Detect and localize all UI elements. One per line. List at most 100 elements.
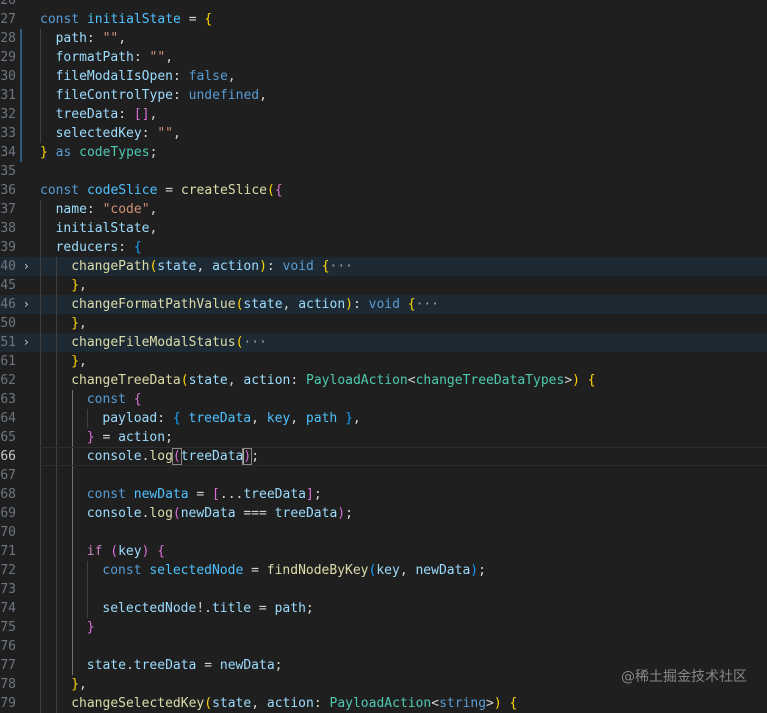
code-token: :: [266, 259, 283, 274]
code-line[interactable]: 69 console.log(newData === treeData);: [0, 504, 767, 523]
code-token: {: [407, 297, 416, 312]
code-token: }: [345, 411, 353, 426]
code-token: selectedNode: [102, 601, 197, 616]
code-line[interactable]: 34} as codeTypes;: [0, 143, 767, 162]
code-token: }: [86, 430, 95, 445]
code-line[interactable]: 38 initialState,: [0, 219, 767, 238]
code-line[interactable]: 40 › changePath(state, action): void {···: [0, 257, 767, 276]
indent-guide: [40, 656, 41, 675]
code-token: []: [133, 107, 150, 122]
code-token: >: [564, 373, 573, 388]
code-token: treeData: [133, 658, 197, 673]
code-line[interactable]: 33 selectedKey: "",: [0, 124, 767, 143]
indent-guide: [56, 504, 57, 523]
code-token: undefined: [188, 88, 260, 103]
code-token: treeData: [55, 107, 119, 122]
code-token: ;: [305, 601, 314, 616]
code-token: =: [196, 658, 220, 673]
code-line[interactable]: 76: [0, 637, 767, 656]
code-editor[interactable]: 26 27 const initialState = {28 path: "", 29 f…: [0, 0, 767, 713]
code-line[interactable]: 31 fileControlType: undefined,: [0, 86, 767, 105]
chevron-right-icon[interactable]: ›: [24, 295, 34, 314]
code-token: ···: [329, 259, 353, 274]
chevron-right-icon[interactable]: ›: [24, 257, 34, 276]
code-line[interactable]: 74 selectedNode!.title = path;: [0, 599, 767, 618]
code-line[interactable]: 29 formatPath: "",: [0, 48, 767, 67]
indent-guide: [40, 561, 41, 580]
code-token: treeData: [274, 506, 338, 521]
code-line[interactable]: 65} = action;: [0, 428, 767, 447]
code-line[interactable]: 75}: [0, 618, 767, 637]
code-line[interactable]: 67: [0, 466, 767, 485]
code-line[interactable]: 50},: [0, 314, 767, 333]
line-number: 72: [0, 563, 16, 578]
code-token: }: [86, 620, 95, 635]
code-line[interactable]: 46 › changeFormatPathValue(state, action):…: [0, 295, 767, 314]
code-token: ,: [352, 411, 361, 426]
code-token: const: [86, 487, 134, 502]
code-line[interactable]: 71 if (key) {: [0, 542, 767, 561]
code-token: ,: [79, 316, 87, 331]
code-line[interactable]: 36 const codeSlice = createSlice({: [0, 181, 767, 200]
indent-guide: [56, 580, 57, 599]
code-line[interactable]: 39 reducers: {: [0, 238, 767, 257]
indent-guide: [40, 276, 41, 295]
code-line[interactable]: 79 changeSelectedKey(state, action: Paylo…: [0, 694, 767, 713]
code-text: } as codeTypes;: [40, 143, 157, 162]
indent-guide: [72, 466, 73, 485]
code-text: const selectedNode = findNodeByKey(key, …: [102, 561, 486, 580]
code-token: }: [71, 354, 80, 369]
code-token: :: [290, 373, 307, 388]
code-token: action: [298, 297, 346, 312]
code-token: :: [141, 126, 158, 141]
code-line[interactable]: 28 path: "",: [0, 29, 767, 48]
indent-guide: [40, 238, 41, 257]
chevron-right-icon[interactable]: ›: [24, 333, 34, 352]
code-line[interactable]: 68 const newData = [...treeData];: [0, 485, 767, 504]
code-token: ,: [251, 411, 267, 426]
code-token: =: [243, 563, 267, 578]
line-number: 71: [0, 544, 16, 559]
code-token: ]: [305, 487, 314, 502]
code-token: PayloadAction: [329, 696, 432, 711]
indent-guide: [40, 542, 41, 561]
code-token: const: [40, 183, 87, 198]
code-token: ···: [243, 335, 267, 350]
code-line[interactable]: 64 payload: { treeData, key, path },: [0, 409, 767, 428]
code-token: >: [486, 696, 494, 711]
git-change-indicator: [20, 67, 22, 86]
indent-guide: [56, 523, 57, 542]
code-line[interactable]: 51 › changeFileModalStatus(···: [0, 333, 767, 352]
indent-guide: [40, 124, 41, 143]
code-line[interactable]: 32 treeData: [],: [0, 105, 767, 124]
code-line[interactable]: 37 name: "code",: [0, 200, 767, 219]
code-token: if: [86, 544, 103, 559]
indent-guide: [56, 428, 57, 447]
indent-guide: [40, 675, 41, 694]
code-line[interactable]: 63 const {: [0, 390, 767, 409]
git-change-indicator: [20, 29, 22, 48]
code-line[interactable]: 72 const selectedNode = findNodeByKey(key…: [0, 561, 767, 580]
code-token: {: [172, 411, 181, 426]
code-token: {: [587, 373, 596, 388]
code-line[interactable]: 30 fileModalIsOpen: false,: [0, 67, 767, 86]
code-text: selectedKey: "",: [56, 124, 181, 143]
code-token: {: [133, 392, 142, 407]
code-line[interactable]: 35: [0, 162, 767, 181]
code-token: name: [55, 202, 87, 217]
code-line[interactable]: 45},: [0, 276, 767, 295]
code-line[interactable]: 66 console.log(treeData);: [0, 447, 767, 466]
code-line[interactable]: 62 changeTreeData(state, action: PayloadA…: [0, 371, 767, 390]
code-token: :: [86, 202, 103, 217]
line-number: 74: [0, 601, 16, 616]
code-line[interactable]: 70: [0, 523, 767, 542]
code-token: initialState: [86, 12, 181, 27]
indent-guide: [40, 105, 41, 124]
code-line[interactable]: 61},: [0, 352, 767, 371]
code-token: newData: [180, 506, 236, 521]
code-line[interactable]: 26: [0, 0, 767, 10]
code-line[interactable]: 27 const initialState = {: [0, 10, 767, 29]
code-line[interactable]: 73: [0, 580, 767, 599]
